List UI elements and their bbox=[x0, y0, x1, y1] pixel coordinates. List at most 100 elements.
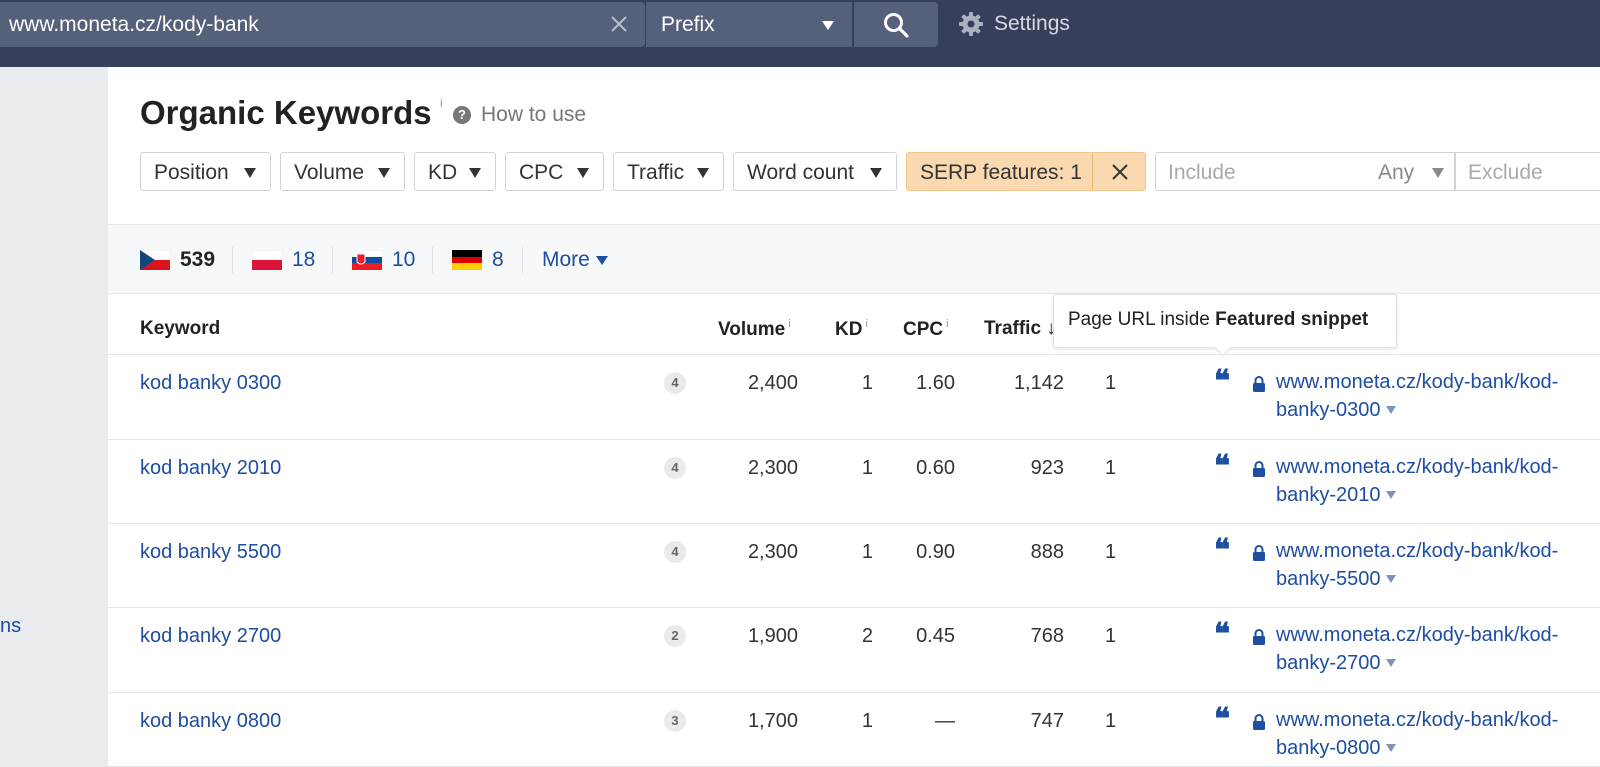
column-header-keyword[interactable]: Keyword bbox=[140, 318, 220, 340]
ranking-url-text[interactable]: www.moneta.cz/kody-bank/kod-banky-0800 bbox=[1276, 709, 1558, 759]
filter-volume-label: Volume bbox=[294, 161, 365, 184]
ranking-url-link[interactable]: www.moneta.cz/kody-bank/kod-banky-0300 bbox=[1252, 368, 1594, 424]
keyword-link[interactable]: kod banky 0800 bbox=[140, 710, 281, 733]
kd-value: 1 bbox=[861, 710, 873, 732]
more-countries-button[interactable]: More bbox=[542, 247, 608, 273]
column-header-volume[interactable]: Volume i bbox=[718, 318, 791, 341]
filter-word-count[interactable]: Word count bbox=[733, 152, 897, 191]
czech-flag-icon bbox=[140, 250, 170, 270]
keyword-link[interactable]: kod banky 2010 bbox=[140, 457, 281, 480]
filter-kd-label: KD bbox=[428, 161, 458, 184]
caret-down-icon[interactable] bbox=[1385, 744, 1396, 752]
cpc-value: 0.60 bbox=[916, 457, 955, 479]
settings-label: Settings bbox=[994, 12, 1070, 35]
position-value: 1 bbox=[1105, 457, 1117, 479]
country-count: 8 bbox=[492, 248, 504, 271]
mode-select[interactable]: Prefix bbox=[646, 2, 852, 47]
featured-snippet-icon[interactable]: ❝ bbox=[1214, 449, 1230, 484]
featured-snippet-icon[interactable]: ❝ bbox=[1214, 617, 1230, 652]
cpc-value: — bbox=[935, 710, 955, 732]
featured-snippet-icon[interactable]: ❝ bbox=[1214, 533, 1230, 568]
featured-snippet-icon[interactable]: ❝ bbox=[1214, 364, 1230, 399]
filter-position[interactable]: Position bbox=[140, 152, 271, 191]
ranking-url-text[interactable]: www.moneta.cz/kody-bank/kod-banky-0300 bbox=[1276, 371, 1558, 421]
divider bbox=[522, 247, 523, 273]
caret-down-icon[interactable] bbox=[1385, 406, 1396, 414]
include-mode-select[interactable]: Any bbox=[1378, 161, 1414, 185]
ranking-url-link[interactable]: www.moneta.cz/kody-bank/kod-banky-2010 bbox=[1252, 453, 1594, 509]
tooltip-text: Page URL inside Featured snippet bbox=[1068, 309, 1368, 331]
target-url-value[interactable]: www.moneta.cz/kody-bank bbox=[9, 13, 259, 37]
country-pl[interactable]: 18 bbox=[252, 247, 315, 273]
traffic-value: 768 bbox=[1030, 625, 1064, 647]
filter-traffic[interactable]: Traffic bbox=[613, 152, 724, 191]
header-label: Volume bbox=[718, 319, 786, 340]
info-icon[interactable]: i bbox=[946, 318, 948, 330]
close-icon[interactable] bbox=[1110, 162, 1130, 182]
keyword-link[interactable]: kod banky 0300 bbox=[140, 372, 281, 395]
caret-down-icon[interactable] bbox=[1385, 491, 1396, 499]
caret-down-icon[interactable] bbox=[1385, 575, 1396, 583]
caret-down-icon bbox=[697, 168, 709, 178]
info-icon[interactable]: i bbox=[788, 318, 790, 330]
filter-cpc-label: CPC bbox=[519, 161, 564, 184]
filter-volume[interactable]: Volume bbox=[280, 152, 405, 191]
serp-features-label: SERP features: 1 bbox=[920, 161, 1082, 184]
table-row: kod banky 2700 2 1,900 2 0.45 768 1 ❝ www.moneta… bbox=[108, 608, 1600, 693]
sidebar-item-partial[interactable]: ns bbox=[0, 615, 21, 638]
column-header-cpc[interactable]: CPC i bbox=[903, 318, 949, 341]
poland-flag-icon bbox=[252, 250, 282, 270]
position-value: 1 bbox=[1105, 541, 1117, 563]
caret-down-icon bbox=[1432, 168, 1444, 178]
ranking-url-text[interactable]: www.moneta.cz/kody-bank/kod-banky-2010 bbox=[1276, 456, 1558, 506]
country-sk[interactable]: 10 bbox=[352, 247, 415, 273]
slovakia-flag-icon bbox=[352, 250, 382, 270]
column-header-kd[interactable]: KD i bbox=[835, 318, 868, 341]
info-icon[interactable]: i bbox=[865, 318, 867, 330]
volume-value: 2,300 bbox=[747, 541, 798, 563]
country-de[interactable]: 8 bbox=[452, 247, 504, 273]
clear-icon[interactable] bbox=[609, 14, 629, 34]
target-url-input[interactable]: www.moneta.cz/kody-bank bbox=[0, 2, 645, 47]
kd-value: 1 bbox=[861, 541, 873, 563]
exclude-input[interactable]: Exclude bbox=[1455, 152, 1600, 191]
caret-down-icon bbox=[469, 168, 481, 178]
search-button[interactable] bbox=[854, 2, 938, 47]
ranking-url-link[interactable]: www.moneta.cz/kody-bank/kod-banky-0800 bbox=[1252, 706, 1594, 762]
cpc-value: 1.60 bbox=[916, 372, 955, 394]
keyword-link[interactable]: kod banky 2700 bbox=[140, 625, 281, 648]
settings-button[interactable]: Settings bbox=[958, 11, 1070, 37]
featured-snippet-icon[interactable]: ❝ bbox=[1214, 702, 1230, 737]
divider bbox=[1092, 153, 1093, 190]
more-label: More bbox=[542, 248, 590, 271]
header-label: CPC bbox=[903, 319, 944, 340]
column-header-traffic[interactable]: Traffic ↓ bbox=[984, 318, 1056, 340]
top-bar: www.moneta.cz/kody-bank Prefix Settings bbox=[0, 0, 1600, 67]
filter-cpc[interactable]: CPC bbox=[505, 152, 604, 191]
include-input[interactable]: Include Any bbox=[1155, 152, 1455, 191]
info-icon[interactable]: i bbox=[440, 96, 443, 110]
divider bbox=[432, 247, 433, 273]
table-row: kod banky 0800 3 1,700 1—747 1 ❝ www.moneta.cz… bbox=[108, 693, 1600, 767]
germany-flag-icon bbox=[452, 250, 482, 270]
volume-value: 2,400 bbox=[747, 372, 798, 394]
filter-kd[interactable]: KD bbox=[414, 152, 496, 191]
divider bbox=[332, 247, 333, 273]
ranking-url-text[interactable]: www.moneta.cz/kody-bank/kod-banky-5500 bbox=[1276, 540, 1558, 590]
ranking-url-text[interactable]: www.moneta.cz/kody-bank/kod-banky-2700 bbox=[1276, 624, 1558, 674]
kd-value: 2 bbox=[861, 625, 873, 647]
ranking-url-link[interactable]: www.moneta.cz/kody-bank/kod-banky-2700 bbox=[1252, 621, 1594, 677]
ranking-url-link[interactable]: www.moneta.cz/kody-bank/kod-banky-5500 bbox=[1252, 537, 1594, 593]
country-cz[interactable]: 539 bbox=[140, 247, 215, 273]
how-to-use-link[interactable]: ? How to use bbox=[453, 103, 586, 127]
featured-snippet-tooltip: Page URL inside Featured snippet bbox=[1053, 294, 1397, 357]
position-value: 1 bbox=[1105, 625, 1117, 647]
left-sidebar: ns bbox=[0, 67, 108, 767]
mode-select-value: Prefix bbox=[661, 13, 715, 36]
header-label: Keyword bbox=[140, 318, 221, 339]
search-icon bbox=[884, 13, 909, 38]
caret-down-icon[interactable] bbox=[1385, 659, 1396, 667]
cpc-value: 0.45 bbox=[916, 625, 955, 647]
filter-serp-features[interactable]: SERP features: 1 bbox=[906, 152, 1146, 191]
keyword-link[interactable]: kod banky 5500 bbox=[140, 541, 281, 564]
